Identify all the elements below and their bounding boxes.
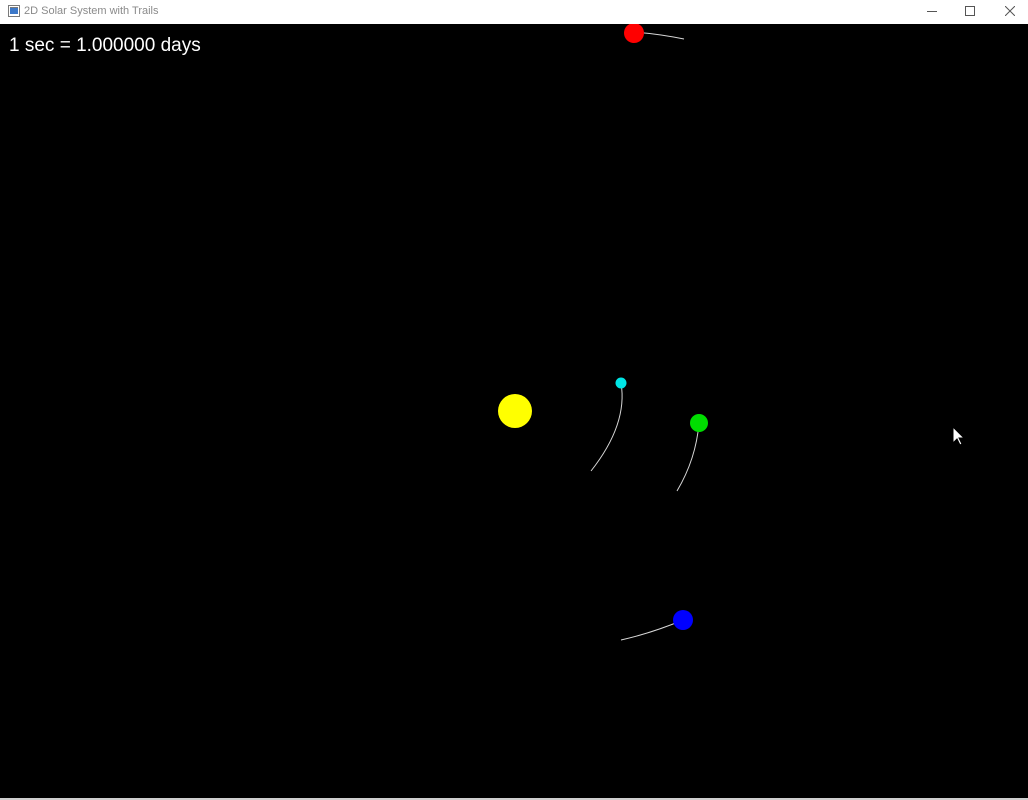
blue-planet (673, 610, 693, 630)
red-planet (624, 24, 644, 43)
app-window: 2D Solar System with Trails 1 sec = 1.00… (0, 0, 1028, 800)
green-planet-trail (676, 422, 700, 492)
maximize-button[interactable] (952, 0, 988, 22)
solar-system-scene (498, 24, 966, 641)
cyan-planet (615, 377, 627, 389)
minimize-button[interactable] (914, 0, 950, 22)
app-icon (8, 5, 20, 17)
simulation-canvas[interactable]: 1 sec = 1.000000 days (0, 24, 1028, 798)
mouse-pointer-icon (952, 425, 966, 446)
sun (498, 394, 532, 428)
title-bar[interactable]: 2D Solar System with Trails (0, 0, 1028, 24)
cyan-planet-trail (590, 382, 623, 472)
window-title: 2D Solar System with Trails (24, 5, 159, 17)
close-icon (1005, 6, 1015, 16)
close-button[interactable] (992, 0, 1028, 22)
green-planet (690, 414, 708, 432)
minimize-icon (927, 11, 937, 12)
maximize-icon (965, 6, 975, 16)
time-scale-label: 1 sec = 1.000000 days (9, 35, 201, 56)
